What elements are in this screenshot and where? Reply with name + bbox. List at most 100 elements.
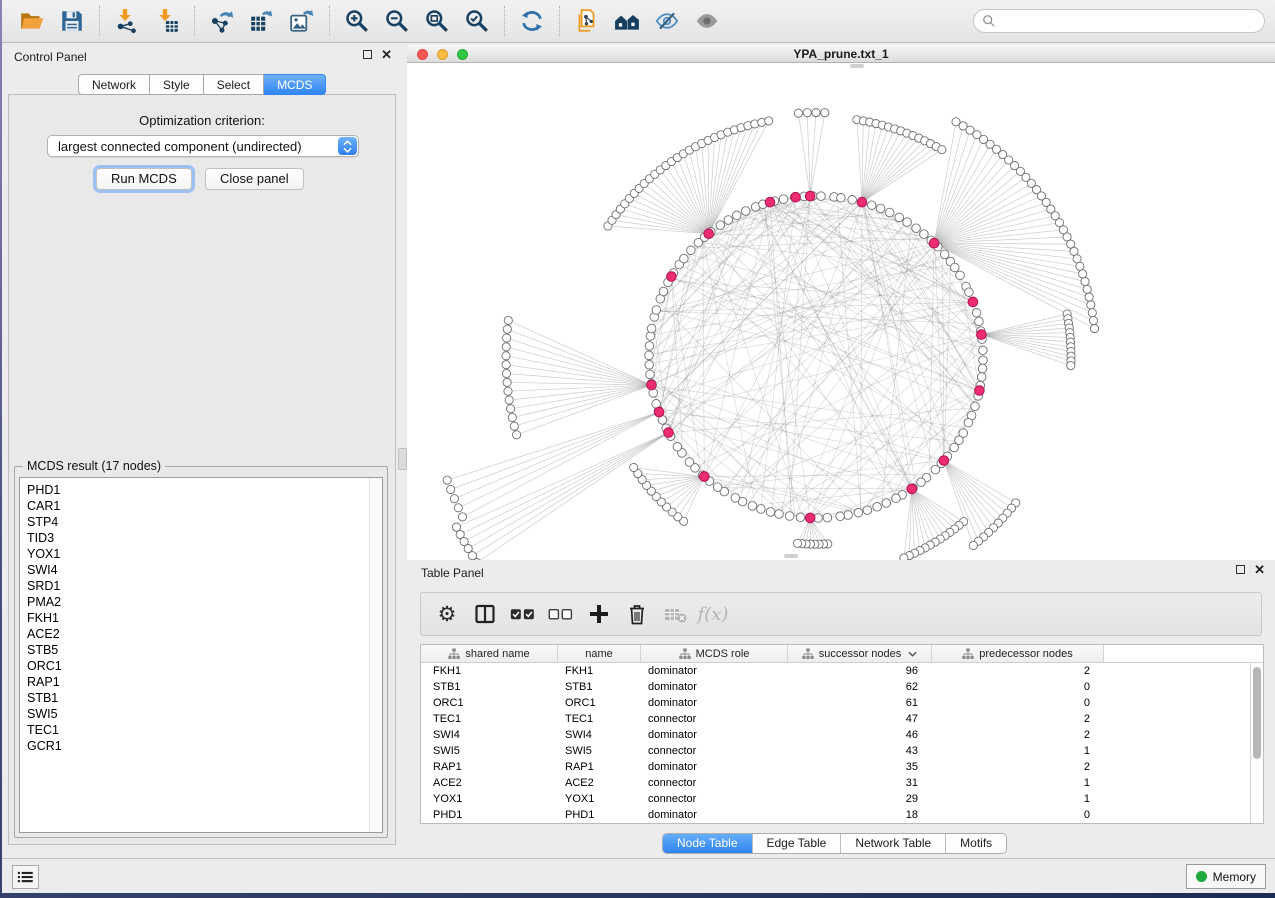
network-node[interactable] [716, 221, 725, 230]
optimization-criterion-dropdown[interactable]: largest connected component (undirected) [47, 135, 359, 157]
float-panel-icon[interactable] [363, 50, 372, 59]
network-node[interactable] [950, 443, 959, 452]
network-node[interactable] [713, 483, 722, 492]
network-mcds-node[interactable] [667, 272, 677, 282]
network-canvas[interactable] [407, 63, 1275, 560]
show-details-icon[interactable] [692, 6, 722, 36]
column-header-successor-nodes[interactable]: successor nodes [788, 645, 932, 662]
task-history-button[interactable] [12, 865, 39, 889]
new-network-from-selection-icon[interactable] [572, 6, 602, 36]
show-welcome-icon[interactable] [612, 6, 642, 36]
mcds-result-item[interactable]: STB1 [20, 690, 368, 706]
table-row[interactable]: YOX1YOX1connector291 [421, 791, 1250, 807]
table-scrollbar[interactable] [1250, 663, 1263, 823]
network-node[interactable] [917, 478, 926, 487]
network-node[interactable] [1076, 262, 1084, 270]
network-node[interactable] [502, 352, 510, 360]
export-table-icon[interactable] [247, 6, 277, 36]
mcds-result-item[interactable]: SWI5 [20, 706, 368, 722]
tab-network-table[interactable]: Network Table [841, 834, 946, 853]
network-node[interactable] [502, 369, 510, 377]
network-node[interactable] [971, 402, 980, 411]
network-node[interactable] [454, 504, 462, 512]
network-node[interactable] [503, 334, 511, 342]
network-node[interactable] [1085, 293, 1093, 301]
network-node[interactable] [452, 523, 460, 531]
network-node[interactable] [685, 458, 694, 467]
network-node[interactable] [1090, 325, 1098, 333]
network-node[interactable] [895, 213, 904, 222]
network-node[interactable] [505, 396, 513, 404]
open-file-icon[interactable] [17, 6, 47, 36]
network-mcds-node[interactable] [805, 191, 815, 201]
float-table-panel-icon[interactable] [1236, 565, 1245, 574]
network-node[interactable] [732, 211, 741, 220]
mcds-result-item[interactable]: RAP1 [20, 674, 368, 690]
search-box[interactable] [973, 9, 1265, 33]
network-node[interactable] [794, 109, 802, 117]
network-node[interactable] [969, 541, 977, 549]
network-node[interactable] [680, 254, 689, 263]
network-node[interactable] [645, 351, 654, 360]
network-node[interactable] [503, 378, 511, 386]
network-node[interactable] [975, 317, 984, 326]
table-scrollbar-thumb[interactable] [1253, 667, 1261, 759]
network-node[interactable] [757, 505, 766, 514]
network-node[interactable] [977, 373, 986, 382]
save-session-icon[interactable] [57, 6, 87, 36]
panel-splitter-grip[interactable] [398, 448, 407, 470]
network-node[interactable] [502, 343, 510, 351]
network-mcds-node[interactable] [975, 386, 985, 396]
zoom-fit-icon[interactable] [422, 6, 452, 36]
tab-network[interactable]: Network [78, 74, 150, 95]
network-node[interactable] [503, 325, 511, 333]
network-node[interactable] [882, 499, 891, 508]
network-node[interactable] [724, 216, 733, 225]
network-node[interactable] [812, 109, 820, 117]
tab-node-table[interactable]: Node Table [663, 834, 753, 853]
table-row[interactable]: RAP1RAP1dominator352 [421, 759, 1250, 775]
column-header-shared-name[interactable]: shared name [421, 645, 558, 662]
network-node[interactable] [731, 494, 740, 503]
network-mcds-node[interactable] [907, 484, 917, 494]
network-node[interactable] [645, 342, 654, 351]
table-row[interactable]: ORC1ORC1dominator610 [421, 695, 1250, 711]
mcds-result-item[interactable]: FKH1 [20, 610, 368, 626]
network-mcds-node[interactable] [791, 192, 801, 202]
mcds-result-item[interactable]: STP4 [20, 514, 368, 530]
add-column-icon[interactable] [586, 601, 612, 627]
mcds-list-scrollbar[interactable] [369, 478, 382, 832]
network-node[interactable] [821, 109, 829, 117]
mcds-result-item[interactable]: PHD1 [20, 482, 368, 498]
mcds-result-item[interactable]: STB5 [20, 642, 368, 658]
network-node[interactable] [1073, 255, 1081, 263]
close-panel-icon[interactable]: ✕ [381, 50, 392, 59]
network-node[interactable] [687, 246, 696, 255]
table-row[interactable]: SWI4SWI4dominator462 [421, 727, 1250, 743]
network-node[interactable] [765, 117, 773, 125]
network-node[interactable] [510, 422, 518, 430]
network-node[interactable] [1067, 362, 1075, 370]
network-node[interactable] [630, 463, 638, 471]
export-network-icon[interactable] [207, 6, 237, 36]
tab-motifs[interactable]: Motifs [946, 834, 1006, 853]
network-node[interactable] [796, 513, 805, 522]
mcds-result-item[interactable]: YOX1 [20, 546, 368, 562]
network-node[interactable] [513, 431, 521, 439]
table-row[interactable]: PHD1PHD1dominator180 [421, 807, 1250, 823]
column-header-predecessor-nodes[interactable]: predecessor nodes [932, 645, 1104, 662]
network-node[interactable] [803, 109, 811, 117]
mcds-result-item[interactable]: SRD1 [20, 578, 368, 594]
network-mcds-node[interactable] [765, 197, 775, 207]
mcds-result-item[interactable]: TEC1 [20, 722, 368, 738]
deselect-all-icon[interactable] [548, 601, 574, 627]
search-input[interactable] [1001, 14, 1256, 28]
network-node[interactable] [646, 370, 655, 379]
network-node[interactable] [903, 218, 912, 227]
network-node[interactable] [502, 361, 510, 369]
import-network-icon[interactable] [112, 6, 142, 36]
network-node[interactable] [837, 194, 846, 203]
network-mcds-node[interactable] [805, 513, 815, 523]
network-node[interactable] [748, 502, 757, 511]
network-node[interactable] [979, 356, 988, 365]
